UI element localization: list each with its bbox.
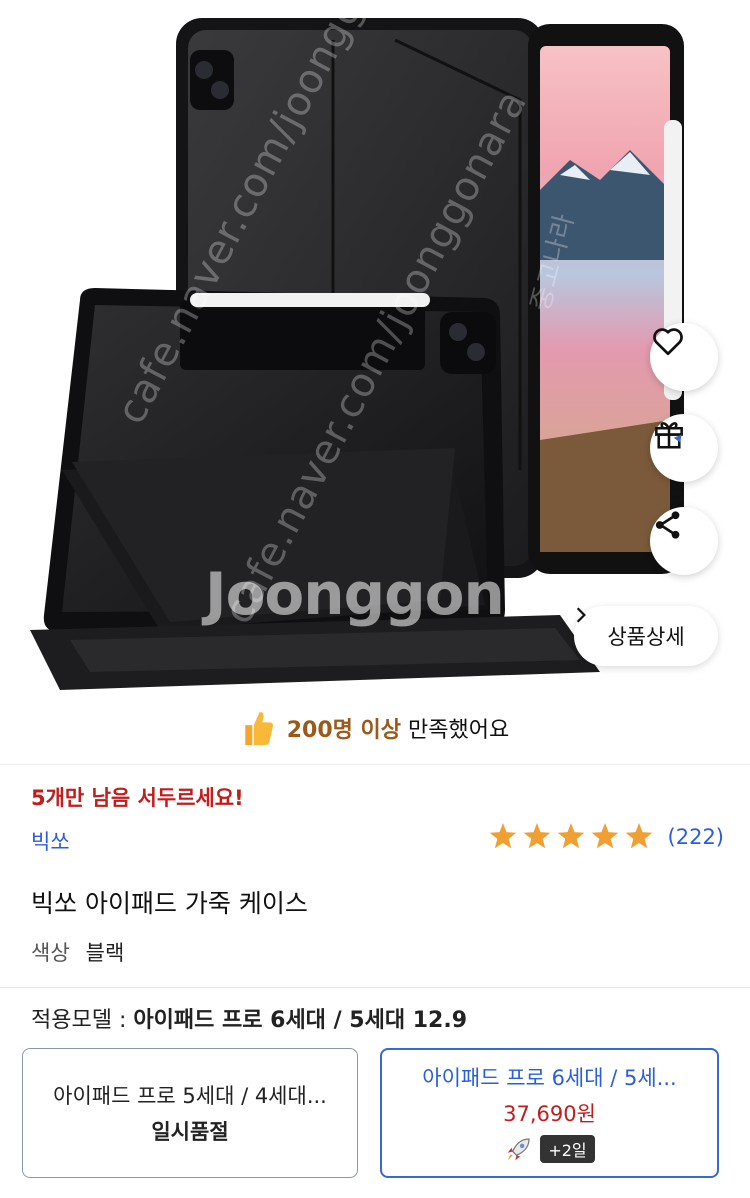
product-detail-button[interactable]: 상품상세 [574,606,718,666]
star-rating-icon [489,823,652,849]
product-detail-label: 상품상세 [607,625,685,649]
thumbs-up-icon [244,712,273,745]
star-icon [557,823,584,849]
share-icon [655,511,680,539]
compatible-model: 적용모델 : 아이패드 프로 6세대 / 5세대 12.9 [31,1002,467,1034]
variant-option-card[interactable]: 아이패드 프로 5세대 / 4세대... 일시품절 [22,1048,358,1178]
star-icon [591,823,618,849]
star-icon [523,823,550,849]
variant-option-card-selected[interactable]: 아이패드 프로 6세대 / 5세... 37,690원 +2일 [380,1048,719,1178]
rating[interactable]: (222) [488,822,724,852]
option-label: 색상 [31,941,70,965]
satisfaction-banner: 200명 이상 만족했어요 [0,690,750,766]
shipping-info: +2일 [504,1134,595,1164]
star-icon [625,823,652,849]
like-button[interactable] [650,323,718,391]
option-value: 블랙 [85,941,125,965]
variant-status: 일시품절 [151,1120,229,1144]
satisfaction-highlight: 200명 이상 [286,718,402,743]
watermark-logo: Joonggonara [205,560,609,628]
review-count[interactable]: (222) [668,825,724,849]
brand-link[interactable]: 빅쏘 [31,826,70,856]
gift-icon [655,422,683,449]
variant-name: 아이패드 프로 5세대 / 4세대... [53,1084,327,1108]
color-option: 색상 블랙 [31,937,124,967]
shipping-days-badge: +2일 [540,1135,595,1163]
rocket-icon [508,1138,530,1161]
share-button[interactable] [650,507,718,575]
product-title: 빅쏘 아이패드 가죽 케이스 [31,889,308,918]
heart-icon [653,328,683,356]
variant-price: 37,690원 [503,1102,596,1126]
model-label: 적용모델 : [31,1008,127,1033]
stock-urgency-notice: 5개만 남음 서두르세요! [31,786,244,810]
gift-button[interactable] [650,414,718,482]
section-divider [0,764,750,765]
star-icon [489,823,516,849]
product-image[interactable]: cafe.naver.com/joonggonara cafe.naver.co… [0,0,750,690]
chevron-right-icon [576,607,586,623]
satisfaction-text: 만족했어요 [408,718,510,743]
model-value: 아이패드 프로 6세대 / 5세대 12.9 [133,1008,468,1033]
variant-name: 아이패드 프로 6세대 / 5세... [422,1066,677,1090]
section-divider [0,987,750,988]
